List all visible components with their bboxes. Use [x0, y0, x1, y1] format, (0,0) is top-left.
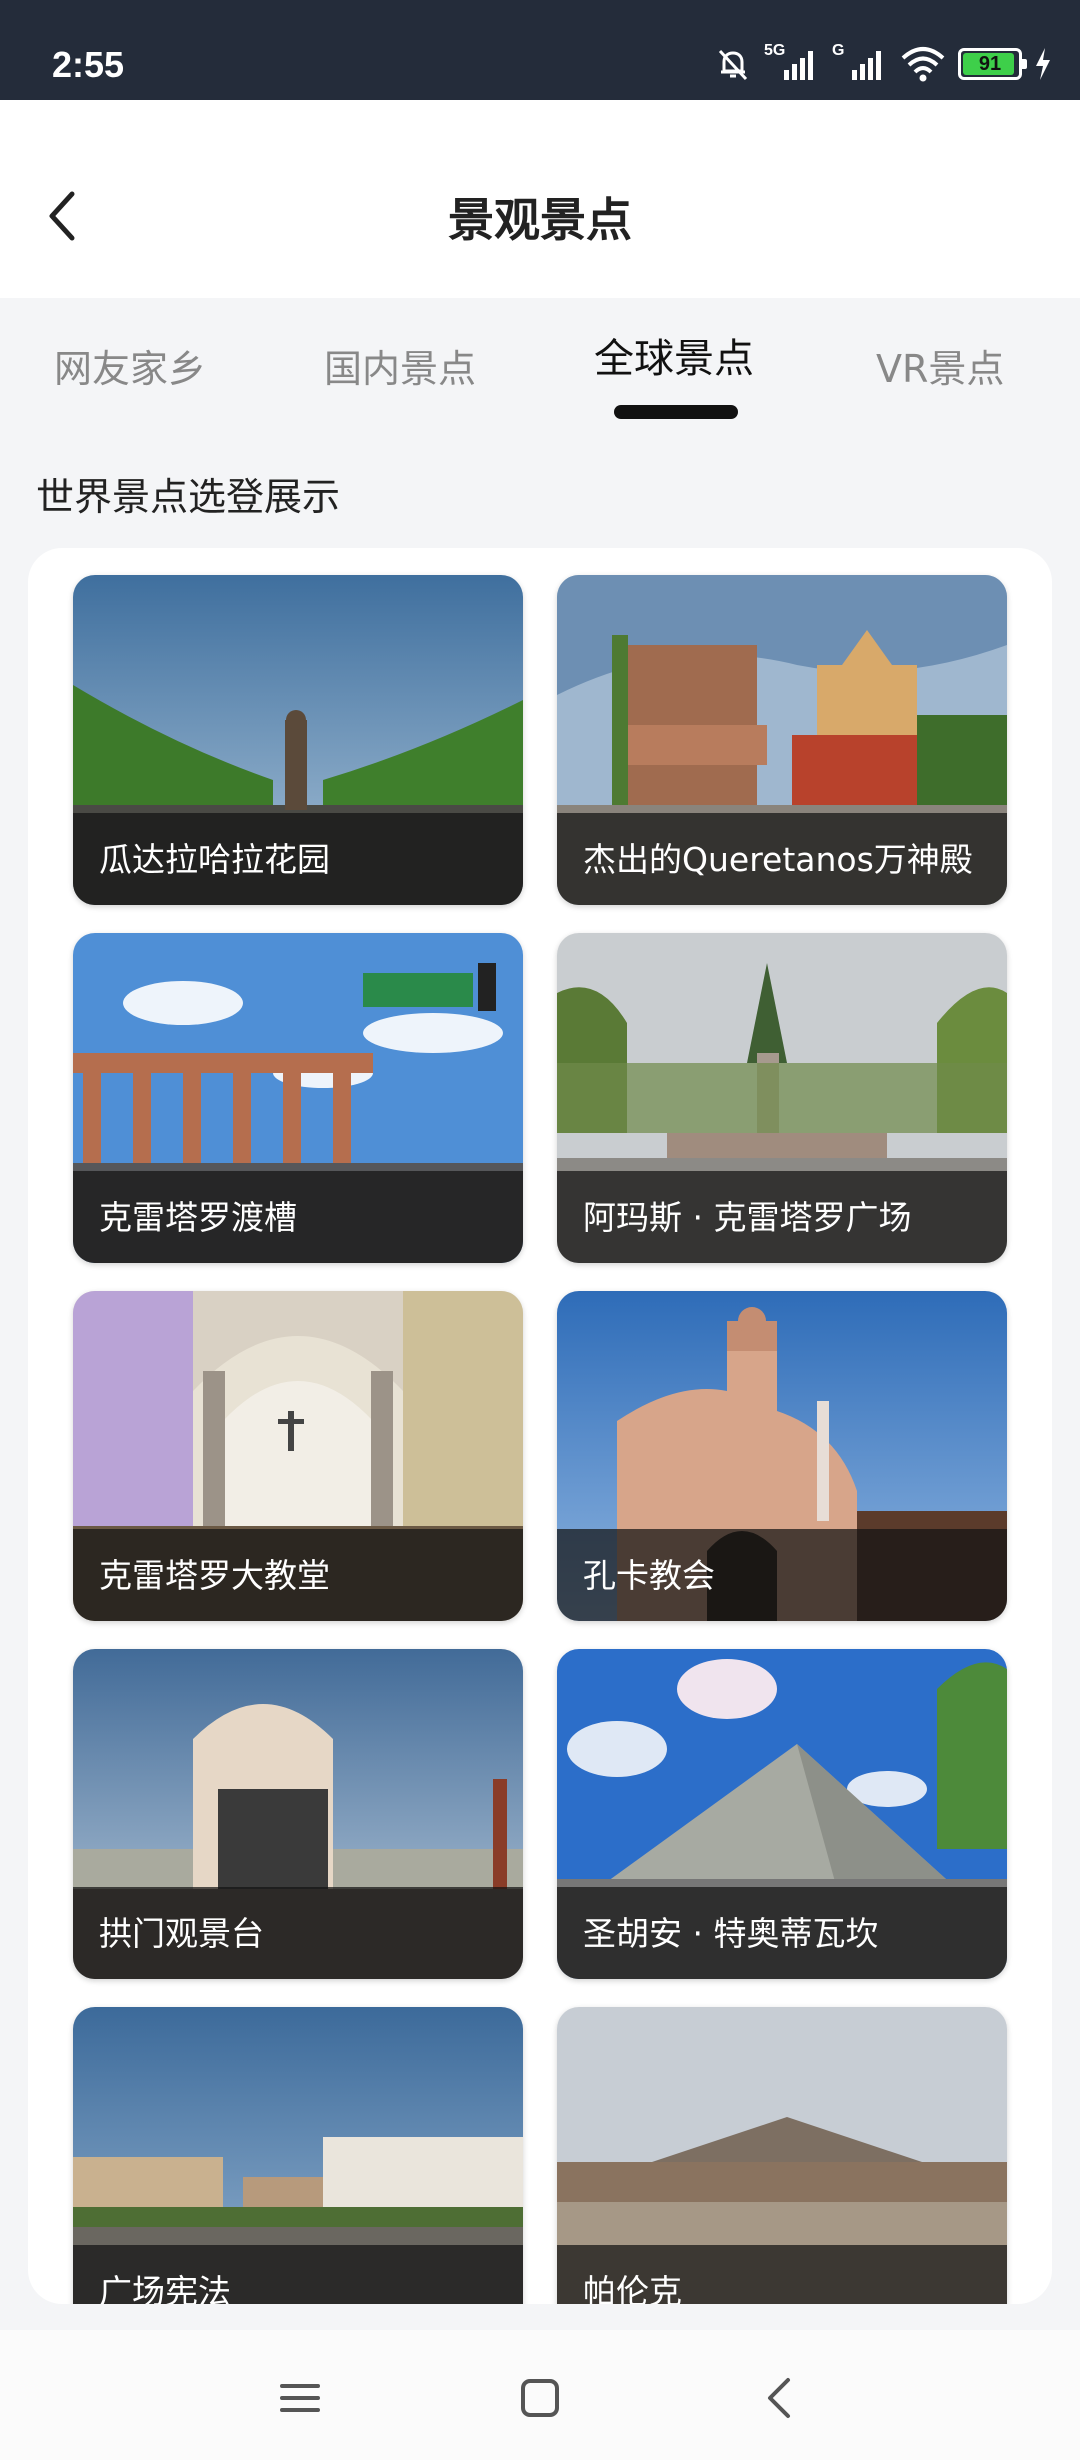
mute-bell-icon [718, 49, 748, 81]
spot-name: 孔卡教会 [583, 1556, 715, 1595]
spot-name: 杰出的Queretanos万神殿 [583, 840, 973, 879]
home-square-icon[interactable] [510, 2368, 570, 2428]
spot-tile[interactable]: 广场宪法 [73, 2007, 523, 2304]
spot-tile[interactable]: 克雷塔罗大教堂 [73, 1291, 523, 1621]
signal-g: G [832, 42, 888, 82]
spots-card: 瓜达拉哈拉花园 杰出的Queretanos万神殿 克雷塔罗渡槽 阿玛斯 · 克雷… [28, 548, 1052, 2304]
spot-tile[interactable]: 杰出的Queretanos万神殿 [557, 575, 1007, 905]
tab-bar: 网友家乡 国内景点 全球景点 VR景点 [0, 298, 1080, 428]
spot-name: 克雷塔罗大教堂 [99, 1556, 330, 1595]
spot-name: 瓜达拉哈拉花园 [99, 840, 330, 879]
spot-tile[interactable]: 圣胡安 · 特奥蒂瓦坎 [557, 1649, 1007, 1979]
menu-icon[interactable] [270, 2368, 330, 2428]
spot-tile[interactable]: 克雷塔罗渡槽 [73, 933, 523, 1263]
spot-tile[interactable]: 帕伦克 [557, 2007, 1007, 2304]
spot-tile[interactable]: 阿玛斯 · 克雷塔罗广场 [557, 933, 1007, 1263]
tab-global-spots[interactable]: 全球景点 [594, 326, 754, 384]
battery-indicator: 91 [958, 48, 1027, 80]
tab-vr-spots[interactable]: VR景点 [876, 338, 1004, 393]
signal-bars-icon [784, 51, 813, 80]
status-time: 2:55 [52, 44, 125, 85]
wifi-icon [901, 47, 945, 82]
section-title: 世界景点选登展示 [36, 475, 341, 519]
spot-tile[interactable]: 拱门观景台 [73, 1649, 523, 1979]
spot-name: 圣胡安 · 特奥蒂瓦坎 [583, 1914, 879, 1953]
tab-netizen-hometown[interactable]: 网友家乡 [54, 338, 206, 393]
spot-name: 阿玛斯 · 克雷塔罗广场 [583, 1198, 912, 1237]
active-tab-indicator [614, 405, 738, 419]
status-bar: 2:55 5G G 91 [0, 0, 1080, 100]
spot-tile[interactable]: 瓜达拉哈拉花园 [73, 575, 523, 905]
system-nav-bar [0, 2330, 1080, 2460]
page-title: 景观景点 [448, 193, 632, 247]
battery-level: 91 [978, 53, 1002, 75]
status-icons: 5G G 91 [714, 42, 1052, 84]
app-header: 景观景点 [0, 100, 1080, 298]
signal-5g: 5G [764, 42, 820, 82]
tab-domestic-spots[interactable]: 国内景点 [324, 338, 476, 393]
spot-tile[interactable]: 孔卡教会 [557, 1291, 1007, 1621]
spot-name: 广场宪法 [99, 2272, 231, 2304]
charging-bolt-icon [1036, 48, 1050, 80]
spot-name: 拱门观景台 [99, 1914, 264, 1953]
spot-name: 克雷塔罗渡槽 [99, 1198, 297, 1237]
signal-bars-icon [852, 51, 881, 80]
back-triangle-icon[interactable] [750, 2368, 810, 2428]
spot-name: 帕伦克 [583, 2272, 682, 2304]
